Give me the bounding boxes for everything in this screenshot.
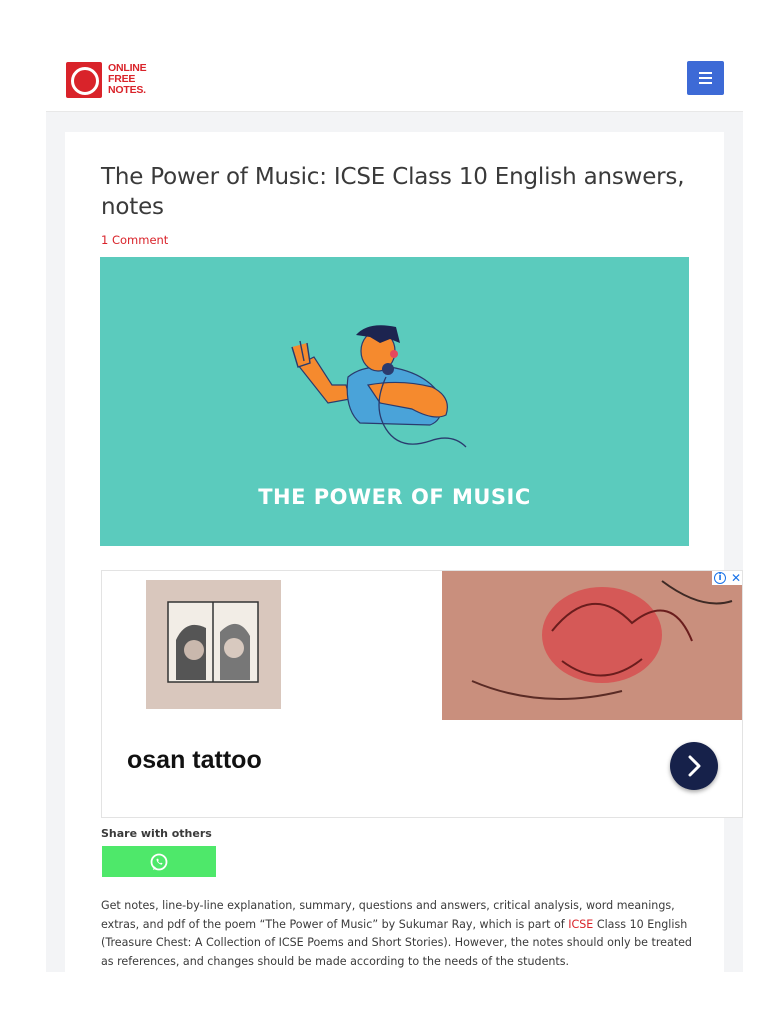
site-header: ONLINE FREE NOTES.	[46, 44, 743, 112]
hamburger-menu-icon	[699, 72, 712, 74]
post-title: The Power of Music: ICSE Class 10 Englis…	[101, 164, 685, 220]
chevron-right-icon	[688, 755, 701, 777]
icse-link[interactable]: ICSE	[568, 918, 593, 931]
site-logo[interactable]: ONLINE FREE NOTES.	[66, 62, 156, 98]
intro-paragraph: Get notes, line-by-line explanation, sum…	[101, 899, 692, 968]
site-wrapper: ONLINE FREE NOTES. The Power of Music: I…	[46, 44, 743, 972]
ad-next-button[interactable]	[670, 742, 718, 790]
article-card: The Power of Music: ICSE Class 10 Englis…	[65, 132, 743, 972]
share-label: Share with others	[101, 827, 212, 840]
whatsapp-share-button[interactable]	[102, 846, 216, 877]
advertisement[interactable]: i ✕ osan tattoo	[101, 570, 743, 818]
ad-choices-icon[interactable]: i	[714, 572, 726, 584]
close-icon[interactable]: ✕	[729, 571, 742, 585]
ad-main-image[interactable]	[442, 571, 742, 720]
ad-headline[interactable]: osan tattoo	[127, 746, 262, 775]
ad-thumbnail-image[interactable]	[146, 580, 281, 709]
featured-caption: THE POWER OF MUSIC	[258, 485, 531, 509]
logo-mark-icon	[66, 62, 102, 98]
comments-link[interactable]: 1 Comment	[101, 233, 168, 247]
logo-wordmark: ONLINE FREE NOTES.	[108, 62, 147, 96]
featured-image: THE POWER OF MUSIC	[100, 257, 689, 546]
ad-badges: i ✕	[712, 571, 742, 585]
menu-toggle-button[interactable]	[687, 61, 724, 95]
whatsapp-icon	[150, 853, 168, 871]
